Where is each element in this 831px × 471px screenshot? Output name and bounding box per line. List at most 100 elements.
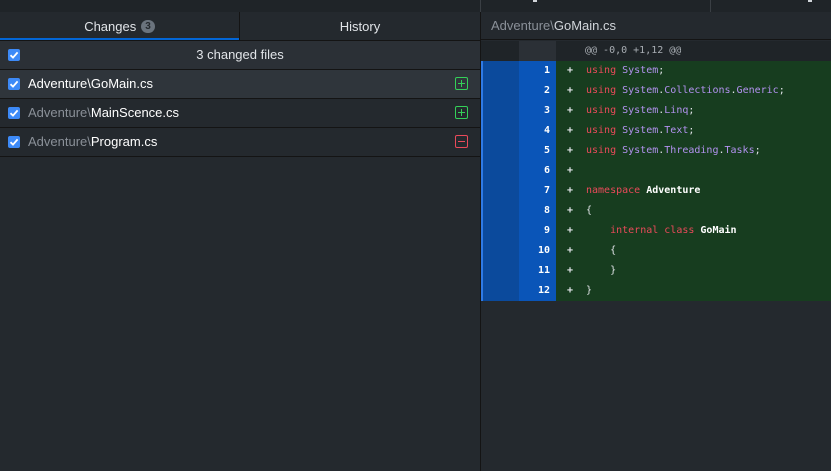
- code-token: System: [622, 125, 659, 136]
- chevron-down-icon[interactable]: [808, 0, 812, 2]
- code-text: }: [586, 281, 592, 301]
- code-text: {: [586, 241, 616, 261]
- code-token: ;: [778, 85, 785, 96]
- code-text: }: [586, 261, 616, 281]
- file-dir: Adventure\: [28, 134, 91, 149]
- check-icon: [9, 109, 19, 117]
- code-text: using System.Threading.Tasks;: [586, 141, 761, 161]
- diff-line[interactable]: 12 +}: [481, 281, 831, 301]
- tab-changes[interactable]: Changes 3: [0, 12, 239, 40]
- changes-count-badge: 3: [141, 19, 155, 33]
- code-token: ;: [754, 145, 761, 156]
- code-text: {: [586, 201, 592, 221]
- diff-line[interactable]: 8 + {: [481, 201, 831, 221]
- file-dir: Adventure\: [28, 76, 91, 91]
- file-checkbox[interactable]: [8, 107, 20, 119]
- code-token: using: [586, 145, 623, 156]
- hunk-header: @@ -0,0 +1,12 @@: [481, 41, 831, 61]
- code-token: using: [586, 105, 623, 116]
- line-number: 7: [543, 185, 550, 196]
- code-token: ;: [688, 105, 695, 116]
- file-path: Adventure\MainScence.cs: [28, 99, 179, 127]
- line-number: 3: [543, 105, 550, 116]
- file-item[interactable]: Adventure\MainScence.cs: [0, 99, 480, 128]
- diff-line[interactable]: 5 + using System.Threading.Tasks;: [481, 141, 831, 161]
- line-number: 1: [543, 65, 550, 76]
- check-icon: [9, 80, 19, 88]
- diff-sign: +: [567, 165, 574, 176]
- line-number: 9: [543, 225, 550, 236]
- tab-history-label: History: [339, 18, 381, 34]
- diff-line[interactable]: 2 + using System.Collections.Generic;: [481, 81, 831, 101]
- line-number: 5: [543, 145, 550, 156]
- code-token: internal class: [610, 225, 701, 236]
- select-all-row[interactable]: 3 changed files: [0, 41, 480, 70]
- file-checkbox[interactable]: [8, 136, 20, 148]
- code-token: Threading: [664, 145, 719, 156]
- file-path: Adventure\Program.cs: [28, 128, 157, 156]
- file-added-icon: [455, 106, 468, 119]
- code-text: using System.Linq;: [586, 101, 694, 121]
- code-token: using: [586, 65, 623, 76]
- file-item[interactable]: Adventure\Program.cs: [0, 128, 480, 157]
- file-name: GoMain.cs: [90, 76, 154, 91]
- code-token: {: [586, 205, 593, 216]
- chevron-down-icon[interactable]: [533, 0, 537, 2]
- diff-line[interactable]: 6 +: [481, 161, 831, 181]
- diff-sign: +: [567, 145, 574, 156]
- code-text: internal class GoMain: [586, 221, 737, 241]
- diff-line[interactable]: 7 + namespace Adventure: [481, 181, 831, 201]
- diff-file-name: GoMain.cs: [553, 18, 617, 33]
- line-number: 2: [543, 85, 550, 96]
- diff-file-dir: Adventure\: [491, 18, 554, 33]
- code-token: using: [586, 85, 623, 96]
- diff-line[interactable]: 1 + using System;: [481, 61, 831, 81]
- diff-sign: +: [567, 225, 574, 236]
- hunk-header-text: @@ -0,0 +1,12 @@: [585, 45, 682, 56]
- diff-view[interactable]: @@ -0,0 +1,12 @@ 1 + using System; 2 + using …: [481, 41, 831, 301]
- code-token: Generic: [736, 85, 779, 96]
- code-text: using System.Collections.Generic;: [586, 81, 785, 101]
- file-deleted-icon: [455, 135, 468, 148]
- code-token: Tasks: [724, 145, 755, 156]
- toolbar-divider: [710, 0, 711, 12]
- diff-line[interactable]: 9 + internal class GoMain: [481, 221, 831, 241]
- file-added-icon: [455, 77, 468, 90]
- diff-sign: +: [567, 65, 574, 76]
- diff-line[interactable]: 4 + using System.Text;: [481, 121, 831, 141]
- file-name: Program.cs: [90, 134, 158, 149]
- line-number: 8: [543, 205, 550, 216]
- toolbar-divider: [480, 0, 481, 12]
- diff-line[interactable]: 3 + using System.Linq;: [481, 101, 831, 121]
- code-token: System: [622, 65, 659, 76]
- diff-sign: +: [567, 85, 574, 96]
- code-token: Collections: [664, 85, 731, 96]
- file-checkbox[interactable]: [8, 78, 20, 90]
- changed-files-count: 3 changed files: [196, 47, 284, 62]
- diff-pane: Adventure\GoMain.cs @@ -0,0 +1,12 @@ 1 + u…: [481, 12, 831, 471]
- diff-line[interactable]: 10 + {: [481, 241, 831, 261]
- diff-line[interactable]: 11 + }: [481, 261, 831, 281]
- code-token: System: [622, 145, 659, 156]
- line-number: 12: [537, 285, 550, 296]
- active-tab-indicator: [0, 38, 239, 40]
- diff-sign: +: [567, 205, 574, 216]
- code-token: using: [586, 125, 623, 136]
- file-item[interactable]: Adventure\GoMain.cs: [0, 70, 480, 99]
- hunk-expand-handle[interactable]: [481, 61, 483, 301]
- code-token: ;: [688, 125, 695, 136]
- file-path: Adventure\GoMain.cs: [28, 70, 153, 98]
- code-token: namespace: [586, 185, 647, 196]
- diff-file-header: Adventure\GoMain.cs: [481, 12, 831, 40]
- diff-sign: +: [567, 285, 574, 296]
- code-text: namespace Adventure: [586, 181, 700, 201]
- line-number: 6: [543, 165, 550, 176]
- tab-history[interactable]: History: [240, 12, 480, 40]
- code-token: GoMain: [700, 225, 737, 236]
- code-token: Adventure: [646, 185, 701, 196]
- tab-changes-label: Changes: [84, 18, 137, 34]
- diff-sign: +: [567, 125, 574, 136]
- code-token: Text: [664, 125, 689, 136]
